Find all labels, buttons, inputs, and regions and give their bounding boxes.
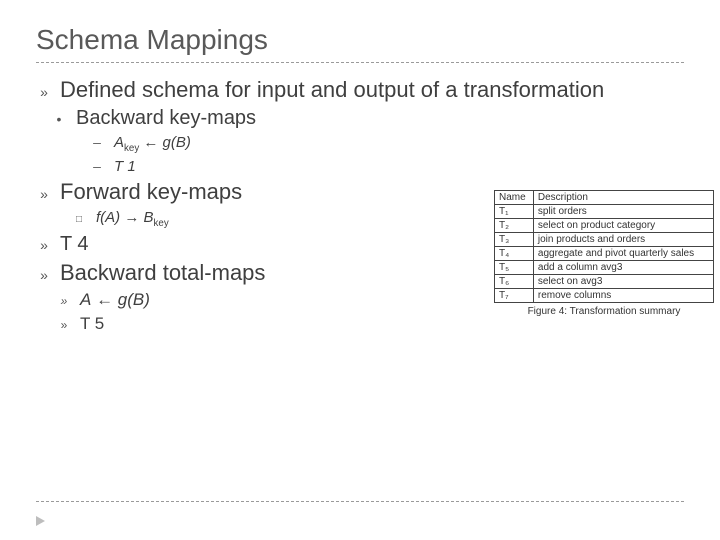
bullet-icon: » — [56, 294, 70, 308]
divider-top — [36, 62, 684, 63]
table-cell: aggregate and pivot quarterly sales — [533, 247, 713, 261]
expr-b: B — [144, 209, 154, 226]
play-icon — [36, 516, 45, 526]
table-cell: join products and orders — [533, 233, 713, 247]
bullet-text: Forward key-maps — [60, 179, 242, 205]
page-title: Schema Mappings — [36, 24, 684, 56]
table-row: T₅add a column avg3 — [495, 261, 714, 275]
bullet-level2: – Akey ← g(B) — [90, 134, 684, 154]
table-header: Description — [533, 191, 713, 205]
expr-sub: key — [154, 218, 169, 229]
expr-f: f(A) — [96, 209, 120, 226]
table-row: T₄aggregate and pivot quarterly sales — [495, 247, 714, 261]
bullet-level2: – T 1 — [90, 158, 684, 175]
bullet-level0: » Defined schema for input and output of… — [36, 77, 684, 103]
bullet-icon: » — [36, 267, 50, 283]
table-row: T₆select on avg3 — [495, 275, 714, 289]
bullet-level1: • Backward key-maps — [52, 107, 684, 130]
table-cell: T₇ — [495, 289, 534, 303]
bullet-text: A ← g(B) — [80, 290, 150, 310]
slide: Schema Mappings » Defined schema for inp… — [0, 0, 720, 540]
expr-a: A — [80, 290, 91, 309]
table-row: T₂select on product category — [495, 219, 714, 233]
bullet-icon: – — [90, 158, 104, 174]
table-cell: T₆ — [495, 275, 534, 289]
table-cell: T₂ — [495, 219, 534, 233]
table-cell: remove columns — [533, 289, 713, 303]
table-row: T₃join products and orders — [495, 233, 714, 247]
expr-arrow: ← — [139, 134, 162, 151]
figure-transformation-summary: Name Description T₁split orders T₂select… — [494, 190, 714, 317]
bullet-text: T 5 — [80, 314, 104, 334]
bullet-icon: » — [56, 318, 70, 332]
table-cell: T₄ — [495, 247, 534, 261]
expr-g: g(B) — [163, 134, 191, 151]
bullet-icon: » — [36, 186, 50, 202]
bullet-icon: » — [36, 237, 50, 253]
table-row: T₁split orders — [495, 205, 714, 219]
bullet-level2: » T 5 — [56, 314, 684, 334]
table-header-row: Name Description — [495, 191, 714, 205]
expr-sub: key — [124, 143, 139, 154]
bullet-text: Defined schema for input and output of a… — [60, 77, 604, 103]
table-row: T₇remove columns — [495, 289, 714, 303]
bullet-text: T 4 — [60, 233, 89, 256]
bullet-text: T 1 — [114, 158, 136, 175]
expr-g: g(B) — [118, 290, 150, 309]
divider-bottom — [36, 501, 684, 502]
figure-caption: Figure 4: Transformation summary — [494, 306, 714, 317]
bullet-icon: – — [90, 134, 104, 150]
expr-a: A — [114, 134, 124, 151]
bullet-text: Backward total-maps — [60, 260, 265, 286]
bullet-text: f(A) → Bkey — [96, 209, 169, 229]
table-cell: T₅ — [495, 261, 534, 275]
table-cell: split orders — [533, 205, 713, 219]
bullet-icon: □ — [72, 214, 86, 225]
figure-table: Name Description T₁split orders T₂select… — [494, 190, 714, 303]
table-cell: T₁ — [495, 205, 534, 219]
table-cell: T₃ — [495, 233, 534, 247]
expr-arrow: → — [120, 209, 143, 226]
table-header: Name — [495, 191, 534, 205]
table-cell: select on product category — [533, 219, 713, 233]
table-cell: select on avg3 — [533, 275, 713, 289]
bullet-text: Akey ← g(B) — [114, 134, 191, 154]
table-cell: add a column avg3 — [533, 261, 713, 275]
bullet-icon: » — [36, 84, 50, 100]
expr-arrow: ← — [91, 290, 117, 309]
bullet-text: Backward key-maps — [76, 107, 256, 130]
bullet-icon: • — [52, 111, 66, 127]
